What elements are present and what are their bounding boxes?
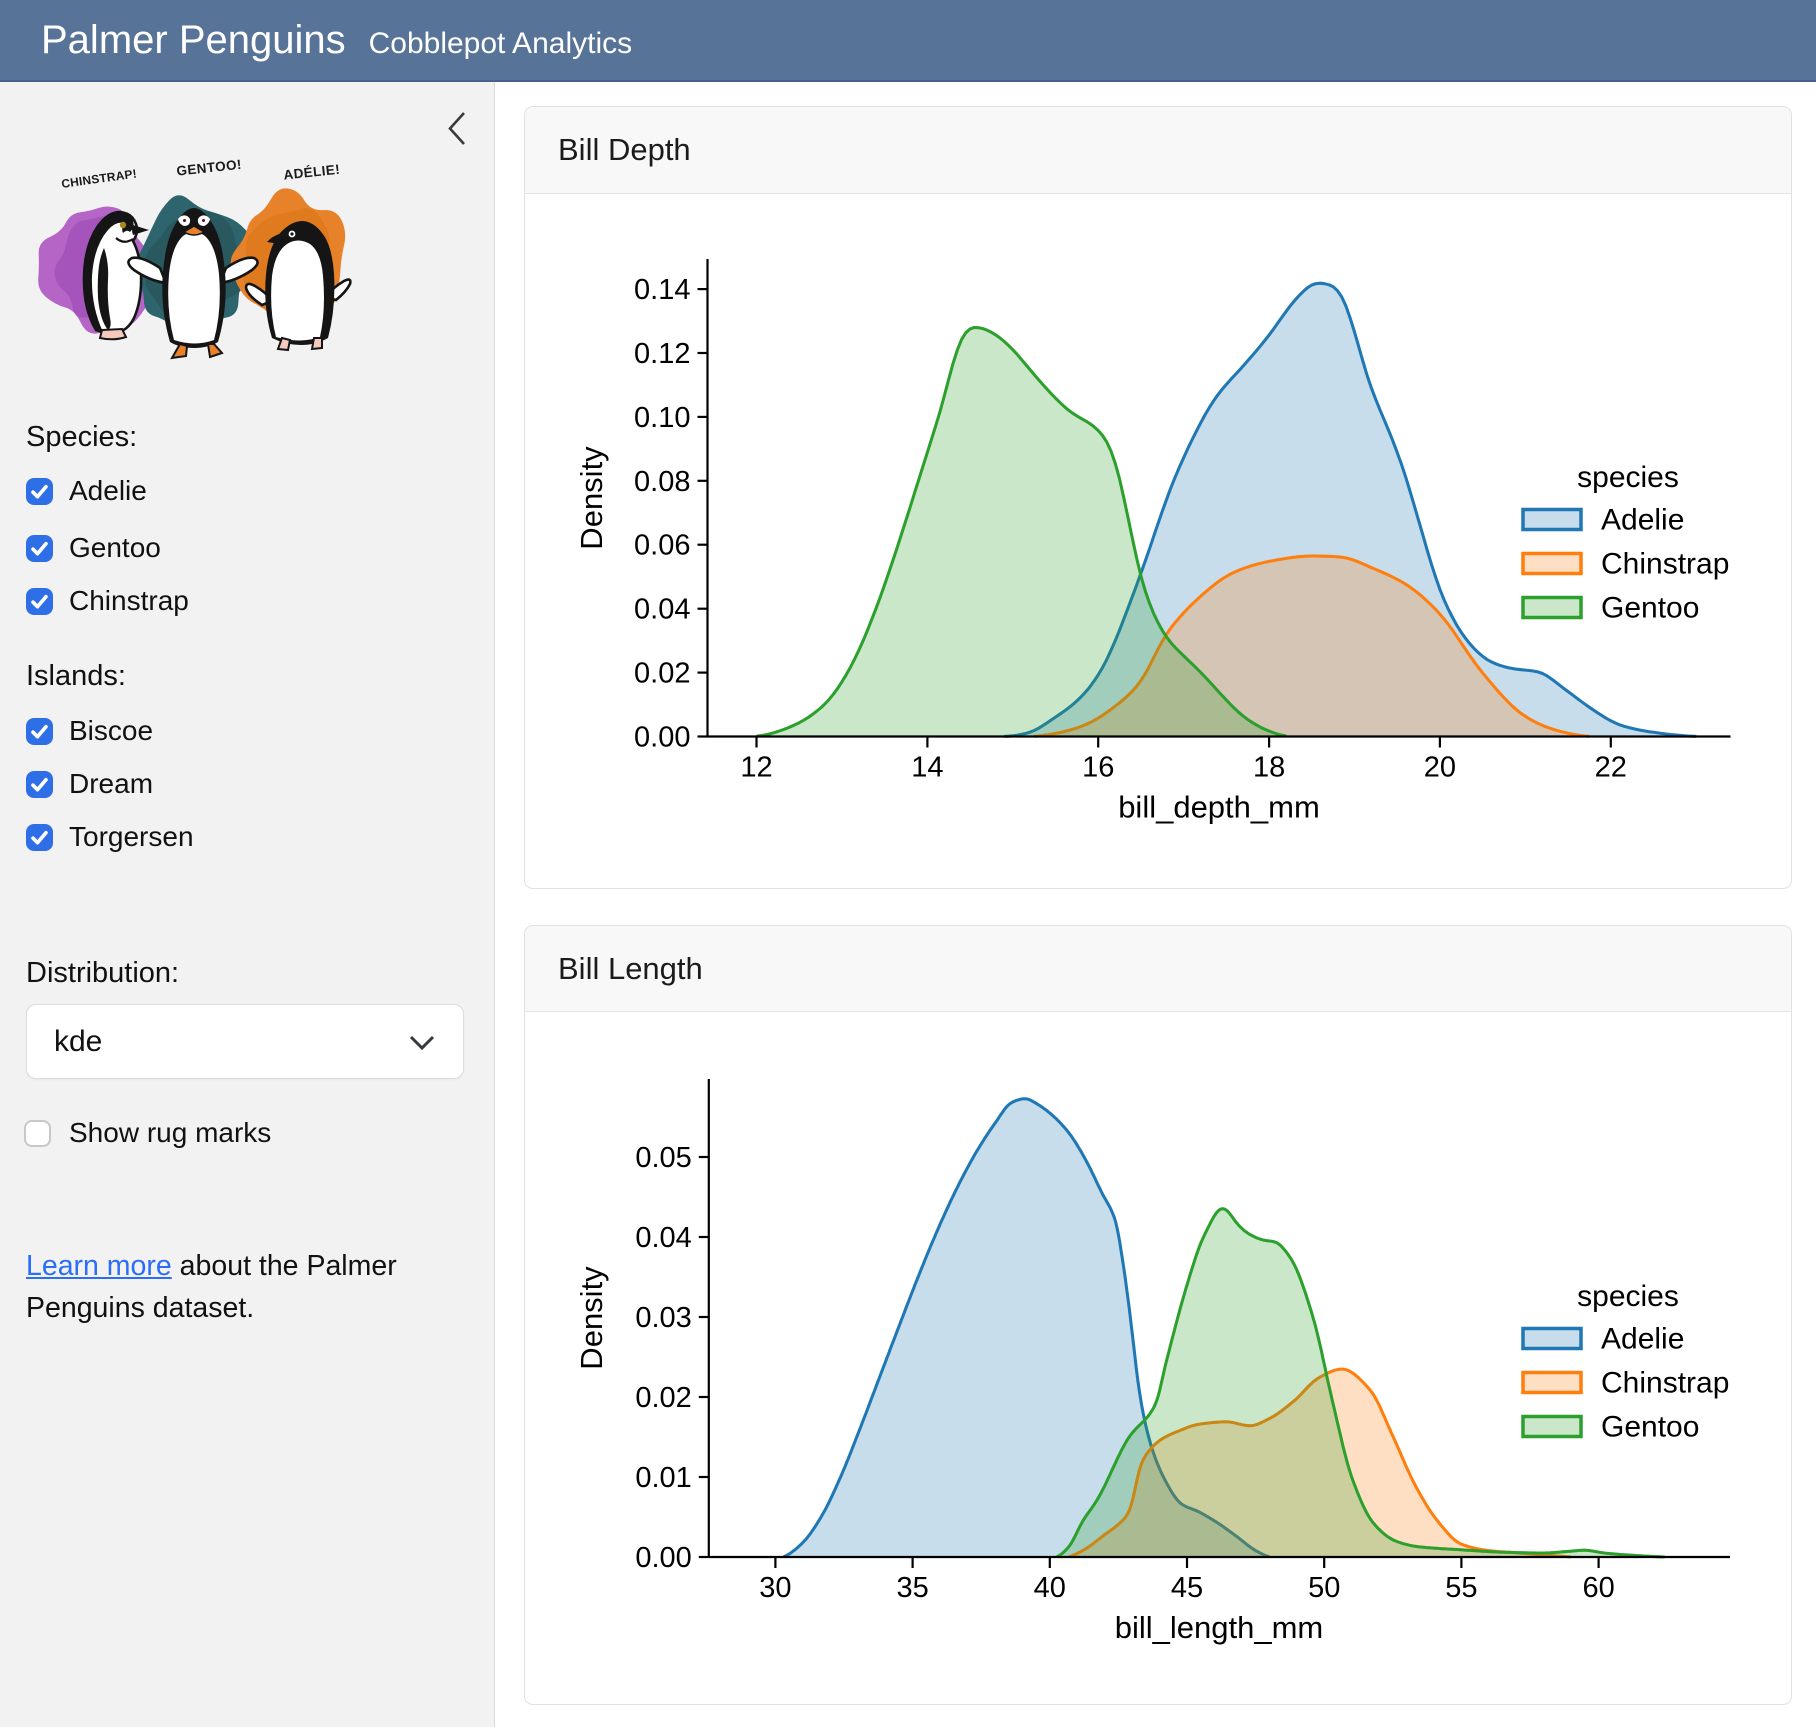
svg-text:ADÉLIE!: ADÉLIE! bbox=[283, 162, 341, 183]
svg-text:species: species bbox=[1577, 461, 1679, 494]
svg-text:Density: Density bbox=[574, 446, 609, 550]
svg-text:30: 30 bbox=[759, 1572, 791, 1604]
svg-text:60: 60 bbox=[1582, 1572, 1614, 1604]
svg-text:Gentoo: Gentoo bbox=[1601, 592, 1699, 625]
svg-text:0.01: 0.01 bbox=[635, 1462, 691, 1494]
svg-text:0.12: 0.12 bbox=[634, 338, 690, 370]
svg-text:16: 16 bbox=[1082, 752, 1114, 784]
svg-text:45: 45 bbox=[1171, 1572, 1203, 1604]
svg-text:bill_depth_mm: bill_depth_mm bbox=[1118, 790, 1320, 825]
svg-text:0.00: 0.00 bbox=[634, 722, 690, 754]
svg-text:0.05: 0.05 bbox=[635, 1142, 691, 1174]
svg-text:GENTOO!: GENTOO! bbox=[176, 157, 243, 179]
svg-text:0.10: 0.10 bbox=[634, 402, 690, 434]
svg-text:0.02: 0.02 bbox=[635, 1382, 691, 1414]
svg-text:Adelie: Adelie bbox=[1601, 504, 1684, 537]
svg-text:species: species bbox=[1577, 1280, 1679, 1313]
svg-text:0.06: 0.06 bbox=[634, 530, 690, 562]
svg-text:18: 18 bbox=[1253, 752, 1285, 784]
svg-text:0.04: 0.04 bbox=[634, 594, 690, 626]
svg-text:12: 12 bbox=[740, 752, 772, 784]
svg-text:20: 20 bbox=[1424, 752, 1456, 784]
svg-text:0.00: 0.00 bbox=[635, 1542, 691, 1574]
svg-text:0.03: 0.03 bbox=[635, 1302, 691, 1334]
svg-text:22: 22 bbox=[1595, 752, 1627, 784]
svg-text:Chinstrap: Chinstrap bbox=[1601, 1367, 1729, 1400]
svg-text:Density: Density bbox=[574, 1266, 609, 1370]
svg-text:Chinstrap: Chinstrap bbox=[1601, 548, 1729, 581]
svg-text:Adelie: Adelie bbox=[1601, 1323, 1684, 1356]
svg-text:CHINSTRAP!: CHINSTRAP! bbox=[60, 167, 137, 191]
svg-text:0.04: 0.04 bbox=[635, 1222, 691, 1254]
svg-text:0.08: 0.08 bbox=[634, 466, 690, 498]
svg-text:0.02: 0.02 bbox=[634, 658, 690, 690]
svg-text:40: 40 bbox=[1034, 1572, 1066, 1604]
svg-text:0.14: 0.14 bbox=[634, 274, 690, 306]
svg-text:50: 50 bbox=[1308, 1572, 1340, 1604]
svg-text:Gentoo: Gentoo bbox=[1601, 1411, 1699, 1444]
svg-text:bill_length_mm: bill_length_mm bbox=[1115, 1610, 1324, 1645]
svg-text:35: 35 bbox=[896, 1572, 928, 1604]
svg-text:14: 14 bbox=[911, 752, 943, 784]
svg-text:55: 55 bbox=[1445, 1572, 1477, 1604]
